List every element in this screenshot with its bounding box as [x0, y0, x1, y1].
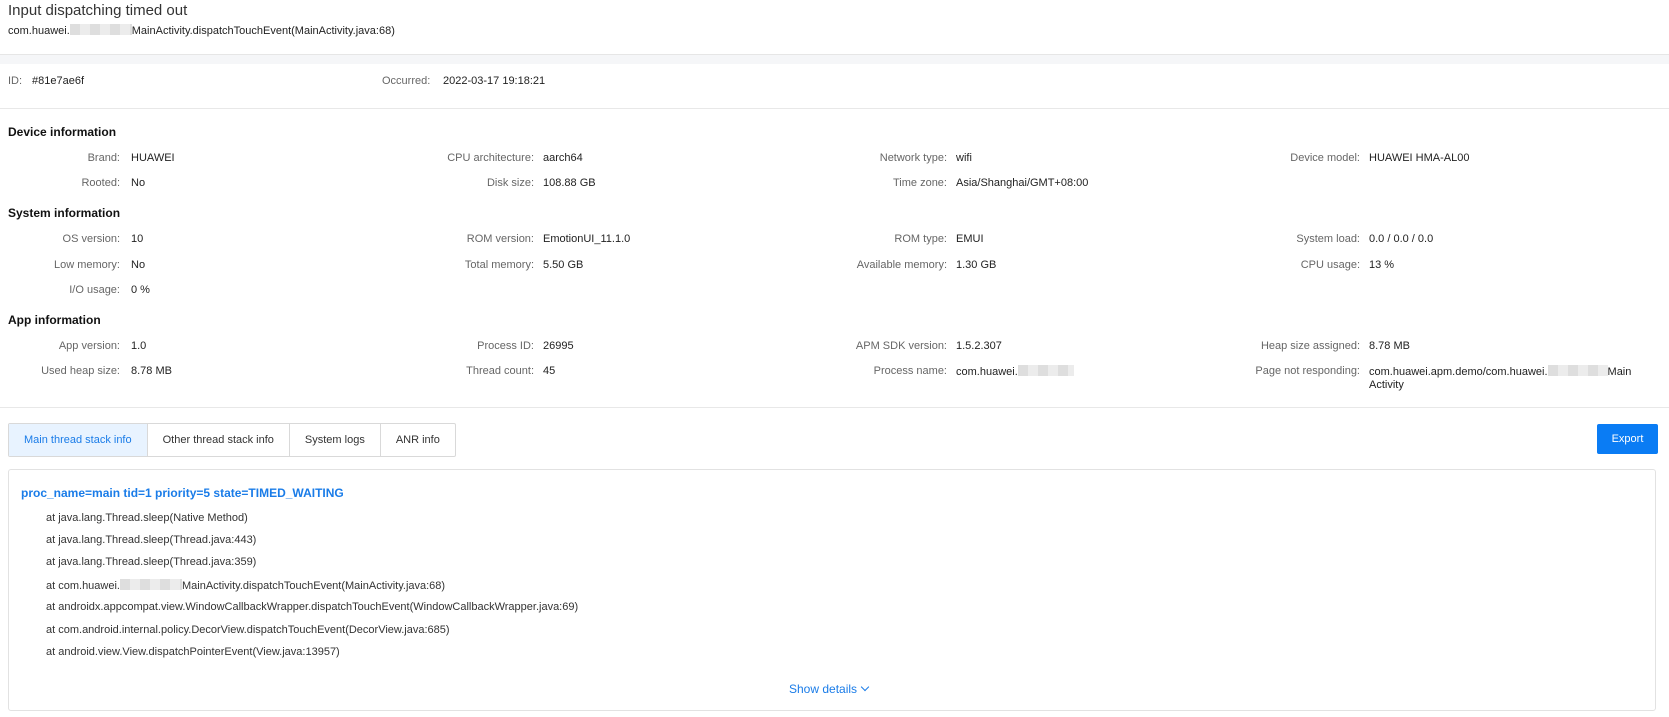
apm-sdk-version-value: 1.5.2.307 [956, 340, 1002, 352]
tab-system-logs[interactable]: System logs [290, 424, 381, 456]
device-info-title: Device information [8, 125, 117, 139]
stack-frame: at com.huawei. MainActivity.dispatchTouch… [46, 579, 445, 592]
cpu-usage-label: CPU usage: [1300, 259, 1360, 271]
rooted-value: No [131, 177, 146, 189]
page-value-suffix: Main [1607, 366, 1632, 378]
page-title: Input dispatching timed out [8, 2, 188, 19]
page-not-responding-label: Page not responding: [1255, 365, 1360, 377]
occurred-label: Occurred: [382, 75, 431, 87]
header-gap [0, 55, 1669, 64]
cpu-arch-value: aarch64 [543, 152, 583, 164]
stack-frame: at java.lang.Thread.sleep(Thread.java:44… [46, 534, 257, 546]
stack-panel: proc_name=main tid=1 priority=5 state=TI… [8, 469, 1656, 711]
process-id-label: Process ID: [477, 340, 534, 352]
process-id-value: 26995 [543, 340, 574, 352]
system-info-title: System information [8, 206, 121, 220]
export-button[interactable]: Export [1597, 424, 1658, 454]
disk-size-label: Disk size: [486, 177, 534, 189]
page-header: Input dispatching timed out com.huawei. M… [0, 0, 1669, 55]
subtitle-prefix: com.huawei. [8, 25, 70, 37]
time-zone-value: Asia/Shanghai/GMT+08:00 [956, 177, 1089, 189]
low-memory-value: No [131, 259, 146, 271]
process-name-value: com.huawei. [956, 365, 1074, 378]
brand-label: Brand: [87, 152, 120, 164]
system-load-label: System load: [1296, 233, 1360, 245]
stack-header: proc_name=main tid=1 priority=5 state=TI… [21, 486, 344, 500]
page-value-prefix: com.huawei.apm.demo/com.huawei. [1369, 366, 1548, 378]
stack-frame: at androidx.appcompat.view.WindowCallbac… [46, 601, 579, 613]
process-name-text: com.huawei. [956, 366, 1018, 378]
os-version-value: 10 [131, 233, 144, 245]
stack-frame: at com.android.internal.policy.DecorView… [46, 624, 450, 636]
redacted-block [69, 24, 132, 35]
occurred-value: 2022-03-17 19:18:21 [443, 75, 546, 87]
brand-value: HUAWEI [131, 152, 175, 164]
total-memory-label: Total memory: [464, 259, 534, 271]
heap-assigned-value: 8.78 MB [1369, 340, 1410, 352]
rom-version-value: EmotionUI_11.1.0 [543, 233, 631, 245]
os-version-label: OS version: [62, 233, 120, 245]
thread-count-label: Thread count: [466, 365, 534, 377]
chevron-down-icon [860, 682, 870, 692]
total-memory-value: 5.50 GB [543, 259, 584, 271]
cpu-usage-value: 13 % [1369, 259, 1395, 271]
device-model-value: HUAWEI HMA-AL00 [1369, 152, 1470, 164]
thread-count-value: 45 [543, 365, 556, 377]
stack-frame-prefix: at com.huawei. [46, 580, 120, 592]
network-type-label: Network type: [879, 152, 947, 164]
io-usage-value: 0 % [131, 284, 150, 296]
system-load-value: 0.0 / 0.0 / 0.0 [1369, 233, 1434, 245]
tab-anr-info[interactable]: ANR info [381, 424, 455, 456]
low-memory-label: Low memory: [53, 259, 120, 271]
page-subtitle: com.huawei. MainActivity.dispatchTouchEve… [8, 24, 395, 37]
available-memory-value: 1.30 GB [956, 259, 997, 271]
section-divider [0, 407, 1669, 408]
id-value: #81e7ae6f [32, 75, 84, 87]
rom-type-label: ROM type: [894, 233, 947, 245]
tab-main-thread-stack-info[interactable]: Main thread stack info [9, 424, 148, 456]
page-not-responding-value: com.huawei.apm.demo/com.huawei. Main [1369, 365, 1631, 378]
redacted-block [119, 579, 182, 590]
show-details-label: Show details [789, 682, 858, 696]
id-row: ID: #81e7ae6f Occurred: 2022-03-17 19:18… [0, 64, 1669, 109]
disk-size-value: 108.88 GB [543, 177, 596, 189]
rooted-label: Rooted: [81, 177, 120, 189]
stack-frame: at java.lang.Thread.sleep(Native Method) [46, 512, 248, 524]
app-version-value: 1.0 [131, 340, 147, 352]
rom-type-value: EMUI [956, 233, 984, 245]
used-heap-label: Used heap size: [41, 365, 120, 377]
page-not-responding-value-line2: Activity [1369, 379, 1404, 391]
time-zone-label: Time zone: [892, 177, 947, 189]
show-details-link[interactable]: Show details [789, 682, 870, 696]
stack-frame-suffix: MainActivity.dispatchTouchEvent(MainActi… [181, 580, 446, 592]
apm-sdk-version-label: APM SDK version: [855, 340, 947, 352]
redacted-block [1547, 365, 1608, 376]
app-version-label: App version: [58, 340, 120, 352]
heap-assigned-label: Heap size assigned: [1260, 340, 1360, 352]
used-heap-value: 8.78 MB [131, 365, 172, 377]
rom-version-label: ROM version: [466, 233, 534, 245]
app-info-title: App information [8, 313, 101, 327]
id-label: ID: [8, 75, 23, 87]
available-memory-label: Available memory: [856, 259, 947, 271]
subtitle-suffix: MainActivity.dispatchTouchEvent(MainActi… [131, 25, 395, 37]
cpu-arch-label: CPU architecture: [447, 152, 534, 164]
io-usage-label: I/O usage: [69, 284, 120, 296]
network-type-value: wifi [956, 152, 972, 164]
redacted-block [1017, 365, 1074, 376]
stack-frame: at java.lang.Thread.sleep(Thread.java:35… [46, 556, 257, 568]
process-name-label: Process name: [873, 365, 947, 377]
device-model-label: Device model: [1290, 152, 1360, 164]
stack-tabs: Main thread stack info Other thread stac… [8, 423, 456, 457]
tab-other-thread-stack-info[interactable]: Other thread stack info [148, 424, 290, 456]
stack-frame: at android.view.View.dispatchPointerEven… [46, 646, 340, 658]
